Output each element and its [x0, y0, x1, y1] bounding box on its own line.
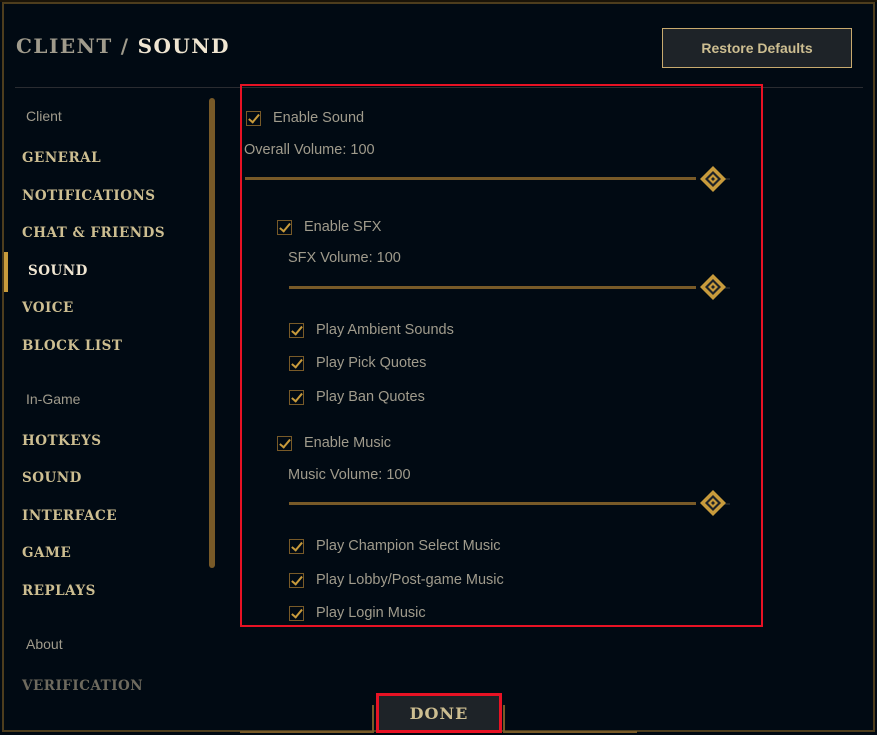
- breadcrumb-parent: CLIENT: [16, 34, 113, 58]
- play-login-music-label: Play Login Music: [316, 605, 426, 621]
- checkbox-checked-icon: [289, 355, 304, 371]
- sidebar-item-block-list[interactable]: BLOCK LIST: [22, 338, 122, 354]
- sidebar-item-interface[interactable]: INTERFACE: [22, 508, 117, 524]
- done-button[interactable]: DONE: [376, 693, 502, 733]
- sidebar-section-client: Client: [26, 108, 62, 124]
- sfx-volume-slider[interactable]: [289, 286, 696, 289]
- play-ban-quotes-checkbox[interactable]: Play Ban Quotes: [289, 389, 425, 405]
- sidebar-item-hotkeys[interactable]: HOTKEYS: [22, 433, 101, 449]
- done-decoration-right-post: [503, 705, 505, 733]
- sidebar-item-voice[interactable]: VOICE: [22, 300, 74, 316]
- checkbox-checked-icon: [289, 605, 304, 621]
- music-volume-slider-thumb-icon[interactable]: [698, 488, 728, 518]
- active-indicator: [4, 252, 8, 292]
- enable-sfx-label: Enable SFX: [304, 219, 382, 235]
- checkbox-checked-icon: [289, 389, 304, 405]
- done-decoration-left-post: [372, 705, 374, 733]
- sidebar-item-client-sound[interactable]: SOUND: [28, 263, 88, 279]
- sidebar-item-chat-friends[interactable]: CHAT & FRIENDS: [22, 225, 165, 241]
- music-volume-slider[interactable]: [289, 502, 696, 505]
- sidebar-item-replays[interactable]: REPLAYS: [22, 583, 96, 599]
- checkbox-checked-icon: [277, 219, 292, 235]
- breadcrumb-current: SOUND: [137, 34, 230, 58]
- enable-sound-label: Enable Sound: [273, 110, 365, 126]
- sidebar-section-in-game: In-Game: [26, 391, 81, 407]
- play-ambient-sounds-label: Play Ambient Sounds: [316, 322, 454, 338]
- page-title: CLIENT / SOUND: [16, 34, 230, 58]
- restore-defaults-button[interactable]: Restore Defaults: [662, 28, 852, 68]
- enable-sound-checkbox[interactable]: Enable Sound: [246, 110, 364, 126]
- overall-volume-slider-thumb-icon[interactable]: [698, 164, 728, 194]
- play-pick-quotes-label: Play Pick Quotes: [316, 355, 427, 371]
- enable-music-checkbox[interactable]: Enable Music: [277, 435, 391, 451]
- checkbox-checked-icon: [246, 110, 261, 126]
- play-lobby-postgame-music-checkbox[interactable]: Play Lobby/Post-game Music: [289, 572, 504, 588]
- sfx-volume-label: SFX Volume: 100: [288, 250, 401, 266]
- play-ambient-sounds-checkbox[interactable]: Play Ambient Sounds: [289, 322, 454, 338]
- play-lobby-postgame-music-label: Play Lobby/Post-game Music: [316, 572, 504, 588]
- play-pick-quotes-checkbox[interactable]: Play Pick Quotes: [289, 355, 426, 371]
- done-decoration-right: [505, 731, 637, 733]
- sfx-volume-slider-thumb-icon[interactable]: [698, 272, 728, 302]
- sidebar-item-game[interactable]: GAME: [22, 545, 71, 561]
- overall-volume-slider[interactable]: [245, 177, 696, 180]
- sidebar-item-general[interactable]: GENERAL: [22, 150, 101, 166]
- checkbox-checked-icon: [289, 572, 304, 588]
- enable-music-label: Enable Music: [304, 435, 392, 451]
- sidebar-item-ingame-sound[interactable]: SOUND: [22, 470, 82, 486]
- checkbox-checked-icon: [289, 538, 304, 554]
- checkbox-checked-icon: [289, 322, 304, 338]
- enable-sfx-checkbox[interactable]: Enable SFX: [277, 219, 381, 235]
- play-champion-select-music-label: Play Champion Select Music: [316, 538, 501, 554]
- overall-volume-label: Overall Volume: 100: [244, 142, 375, 158]
- checkbox-checked-icon: [277, 435, 292, 451]
- sidebar-section-about: About: [26, 636, 63, 652]
- play-champion-select-music-checkbox[interactable]: Play Champion Select Music: [289, 538, 501, 554]
- breadcrumb-separator: /: [120, 34, 130, 58]
- music-volume-label: Music Volume: 100: [288, 467, 411, 483]
- sidebar-item-notifications[interactable]: NOTIFICATIONS: [22, 188, 156, 204]
- play-login-music-checkbox[interactable]: Play Login Music: [289, 605, 426, 621]
- play-ban-quotes-label: Play Ban Quotes: [316, 389, 425, 405]
- done-decoration-left: [240, 731, 374, 733]
- sidebar-item-verification[interactable]: VERIFICATION: [22, 678, 143, 694]
- sidebar-scrollbar[interactable]: [209, 98, 215, 568]
